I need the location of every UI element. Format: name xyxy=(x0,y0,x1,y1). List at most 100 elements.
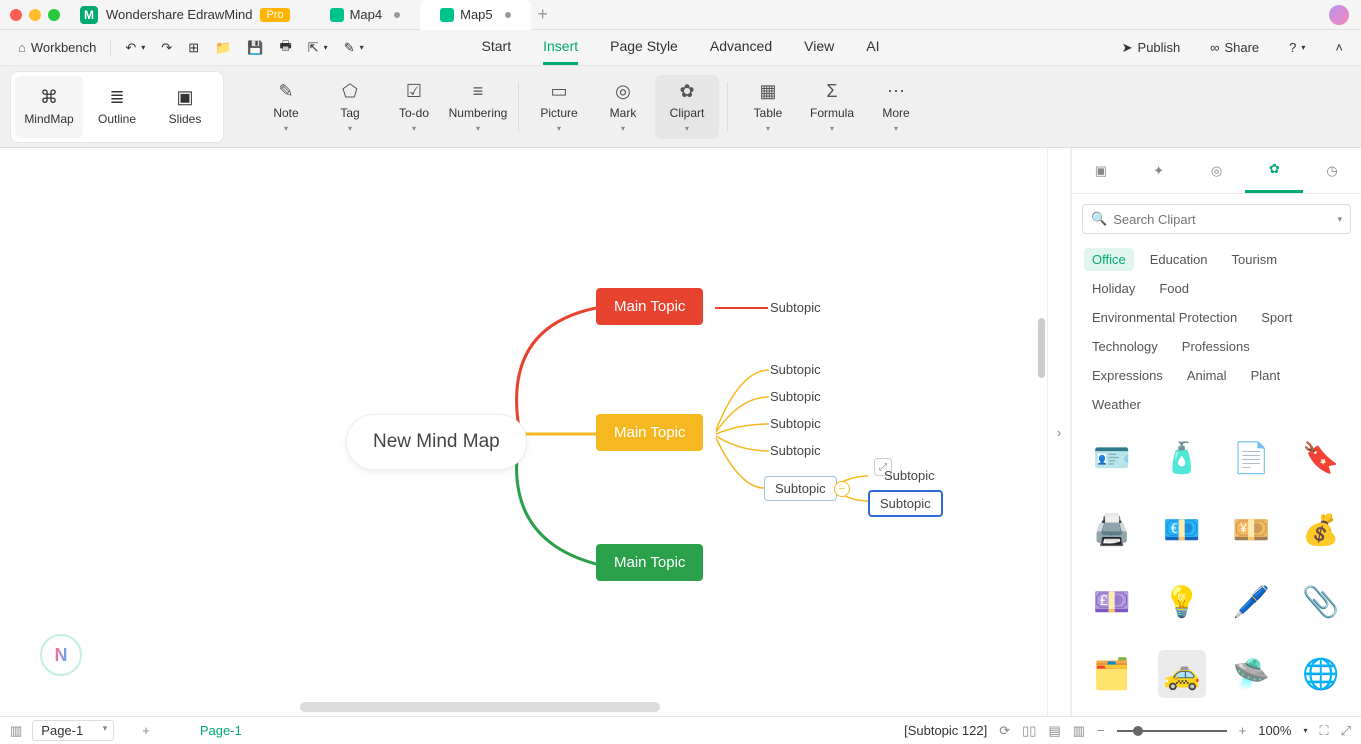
clipart-item[interactable]: 💰 xyxy=(1297,506,1345,554)
tab-map5[interactable]: Map5 xyxy=(420,0,531,30)
add-page-button[interactable]: + xyxy=(142,723,150,738)
edit-button[interactable]: ✎▾ xyxy=(336,34,372,62)
viewmode-mindmap[interactable]: ⌘ MindMap xyxy=(15,76,83,138)
close-window-icon[interactable] xyxy=(10,9,22,21)
chevron-down-icon[interactable]: ▾ xyxy=(1303,726,1307,735)
layout3-icon[interactable]: ▥ xyxy=(1073,723,1085,739)
fullscreen-icon[interactable]: ⤢ xyxy=(1341,723,1351,739)
ribbon-note[interactable]: ✎Note▾ xyxy=(254,75,318,139)
workbench-button[interactable]: ⌂ Workbench xyxy=(10,34,104,62)
category-holiday[interactable]: Holiday xyxy=(1084,277,1143,300)
page-selector[interactable]: Page-1 xyxy=(32,720,114,741)
chevron-down-icon[interactable]: ▾ xyxy=(1337,214,1342,225)
collapse-ribbon-button[interactable]: ˄ xyxy=(1327,34,1351,62)
open-button[interactable]: 📁 xyxy=(207,34,239,62)
canvas[interactable]: New Mind Map Main Topic Main Topic Main … xyxy=(0,148,1047,716)
clipart-item[interactable]: 📄 xyxy=(1227,434,1275,482)
ribbon-picture[interactable]: ▭Picture▾ xyxy=(527,75,591,139)
subtopic-boxed[interactable]: Subtopic xyxy=(764,476,837,501)
canvas-vscroll[interactable] xyxy=(1038,318,1045,378)
side-tab-outline[interactable]: ▣ xyxy=(1072,148,1130,193)
category-technology[interactable]: Technology xyxy=(1084,335,1166,358)
side-tab-ai[interactable]: ✦ xyxy=(1130,148,1188,193)
menu-advanced[interactable]: Advanced xyxy=(710,30,772,65)
pages-icon[interactable]: ▥ xyxy=(10,723,22,739)
clipart-item[interactable]: 🪪 xyxy=(1088,434,1136,482)
print-button[interactable]: 🖶 xyxy=(271,34,299,62)
ribbon-table[interactable]: ▦Table▾ xyxy=(736,75,800,139)
category-sport[interactable]: Sport xyxy=(1253,306,1300,329)
side-tab-history[interactable]: ◷ xyxy=(1303,148,1361,193)
minimize-window-icon[interactable] xyxy=(29,9,41,21)
clipart-item[interactable]: 💴 xyxy=(1227,506,1275,554)
clipart-item[interactable]: 🛸 xyxy=(1227,650,1275,698)
clipart-item[interactable]: 🧴 xyxy=(1158,434,1206,482)
tab-map4[interactable]: Map4 xyxy=(310,0,421,30)
menu-start[interactable]: Start xyxy=(482,30,512,65)
subtopic[interactable]: Subtopic xyxy=(770,443,821,458)
category-plant[interactable]: Plant xyxy=(1243,364,1289,387)
undo-button[interactable]: ↶▾ xyxy=(117,34,153,62)
ribbon-formula[interactable]: ΣFormula▾ xyxy=(800,75,864,139)
subtopic-nested[interactable]: Subtopic xyxy=(884,468,935,483)
subtopic[interactable]: Subtopic xyxy=(770,300,821,315)
clipart-item[interactable]: 🖨️ xyxy=(1088,506,1136,554)
zoom-slider[interactable] xyxy=(1117,730,1227,732)
mindmap-root[interactable]: New Mind Map xyxy=(346,414,527,470)
ribbon-numbering[interactable]: ≡Numbering▾ xyxy=(446,75,510,139)
main-topic-2[interactable]: Main Topic xyxy=(596,414,703,451)
viewmode-outline[interactable]: ≣ Outline xyxy=(83,76,151,138)
category-tourism[interactable]: Tourism xyxy=(1224,248,1286,271)
ribbon-tag[interactable]: ⬠Tag▾ xyxy=(318,75,382,139)
category-expressions[interactable]: Expressions xyxy=(1084,364,1171,387)
category-professions[interactable]: Professions xyxy=(1174,335,1258,358)
menu-ai[interactable]: AI xyxy=(866,30,879,65)
side-tab-clipart[interactable]: ✿ xyxy=(1245,148,1303,193)
sync-icon[interactable]: ⟳ xyxy=(999,723,1010,739)
side-tab-mark[interactable]: ◎ xyxy=(1188,148,1246,193)
main-topic-1[interactable]: Main Topic xyxy=(596,288,703,325)
publish-button[interactable]: ➤Publish xyxy=(1114,34,1189,62)
ribbon-more[interactable]: ⋯More▾ xyxy=(864,75,928,139)
main-topic-3[interactable]: Main Topic xyxy=(596,544,703,581)
add-tab-button[interactable]: + xyxy=(531,3,555,27)
clipart-item[interactable]: 💡 xyxy=(1158,578,1206,626)
ribbon-clipart[interactable]: ✿Clipart▾ xyxy=(655,75,719,139)
save-button[interactable]: 💾 xyxy=(239,34,271,62)
redo-button[interactable]: ↷ xyxy=(153,34,180,62)
menu-view[interactable]: View xyxy=(804,30,834,65)
menu-insert[interactable]: Insert xyxy=(543,30,578,65)
subtopic[interactable]: Subtopic xyxy=(770,416,821,431)
user-avatar[interactable] xyxy=(1329,5,1349,25)
clipart-item[interactable]: 📎 xyxy=(1297,578,1345,626)
menu-page-style[interactable]: Page Style xyxy=(610,30,678,65)
zoom-in-button[interactable]: + xyxy=(1239,723,1247,738)
search-input[interactable] xyxy=(1113,212,1337,227)
ai-fab-button[interactable]: N xyxy=(40,634,82,676)
layout1-icon[interactable]: ▯▯ xyxy=(1022,723,1036,739)
category-weather[interactable]: Weather xyxy=(1084,393,1149,416)
share-button[interactable]: ∞Share xyxy=(1202,34,1267,62)
page-tab[interactable]: Page-1 xyxy=(200,723,242,738)
clipart-item[interactable]: 💷 xyxy=(1088,578,1136,626)
clipart-item[interactable]: 🚕 xyxy=(1158,650,1206,698)
clipart-item[interactable]: 💶 xyxy=(1158,506,1206,554)
ribbon-mark[interactable]: ◎Mark▾ xyxy=(591,75,655,139)
category-education[interactable]: Education xyxy=(1142,248,1216,271)
collapse-node-button[interactable]: − xyxy=(834,481,850,497)
clipart-item[interactable]: 🌐 xyxy=(1297,650,1345,698)
clipart-search[interactable]: 🔍 ▾ xyxy=(1082,204,1351,234)
zoom-thumb[interactable] xyxy=(1133,726,1143,736)
clipart-item[interactable]: 🖊️ xyxy=(1227,578,1275,626)
panel-toggle-button[interactable]: › xyxy=(1047,148,1071,716)
ribbon-to-do[interactable]: ☑To-do▾ xyxy=(382,75,446,139)
clipart-item[interactable]: 🔖 xyxy=(1297,434,1345,482)
layout2-icon[interactable]: ▤ xyxy=(1048,723,1060,739)
subtopic[interactable]: Subtopic xyxy=(770,362,821,377)
zoom-out-button[interactable]: − xyxy=(1097,723,1105,738)
category-food[interactable]: Food xyxy=(1151,277,1197,300)
maximize-window-icon[interactable] xyxy=(48,9,60,21)
canvas-scrollbar[interactable] xyxy=(300,702,660,712)
clipart-item[interactable]: 🗂️ xyxy=(1088,650,1136,698)
category-office[interactable]: Office xyxy=(1084,248,1134,271)
